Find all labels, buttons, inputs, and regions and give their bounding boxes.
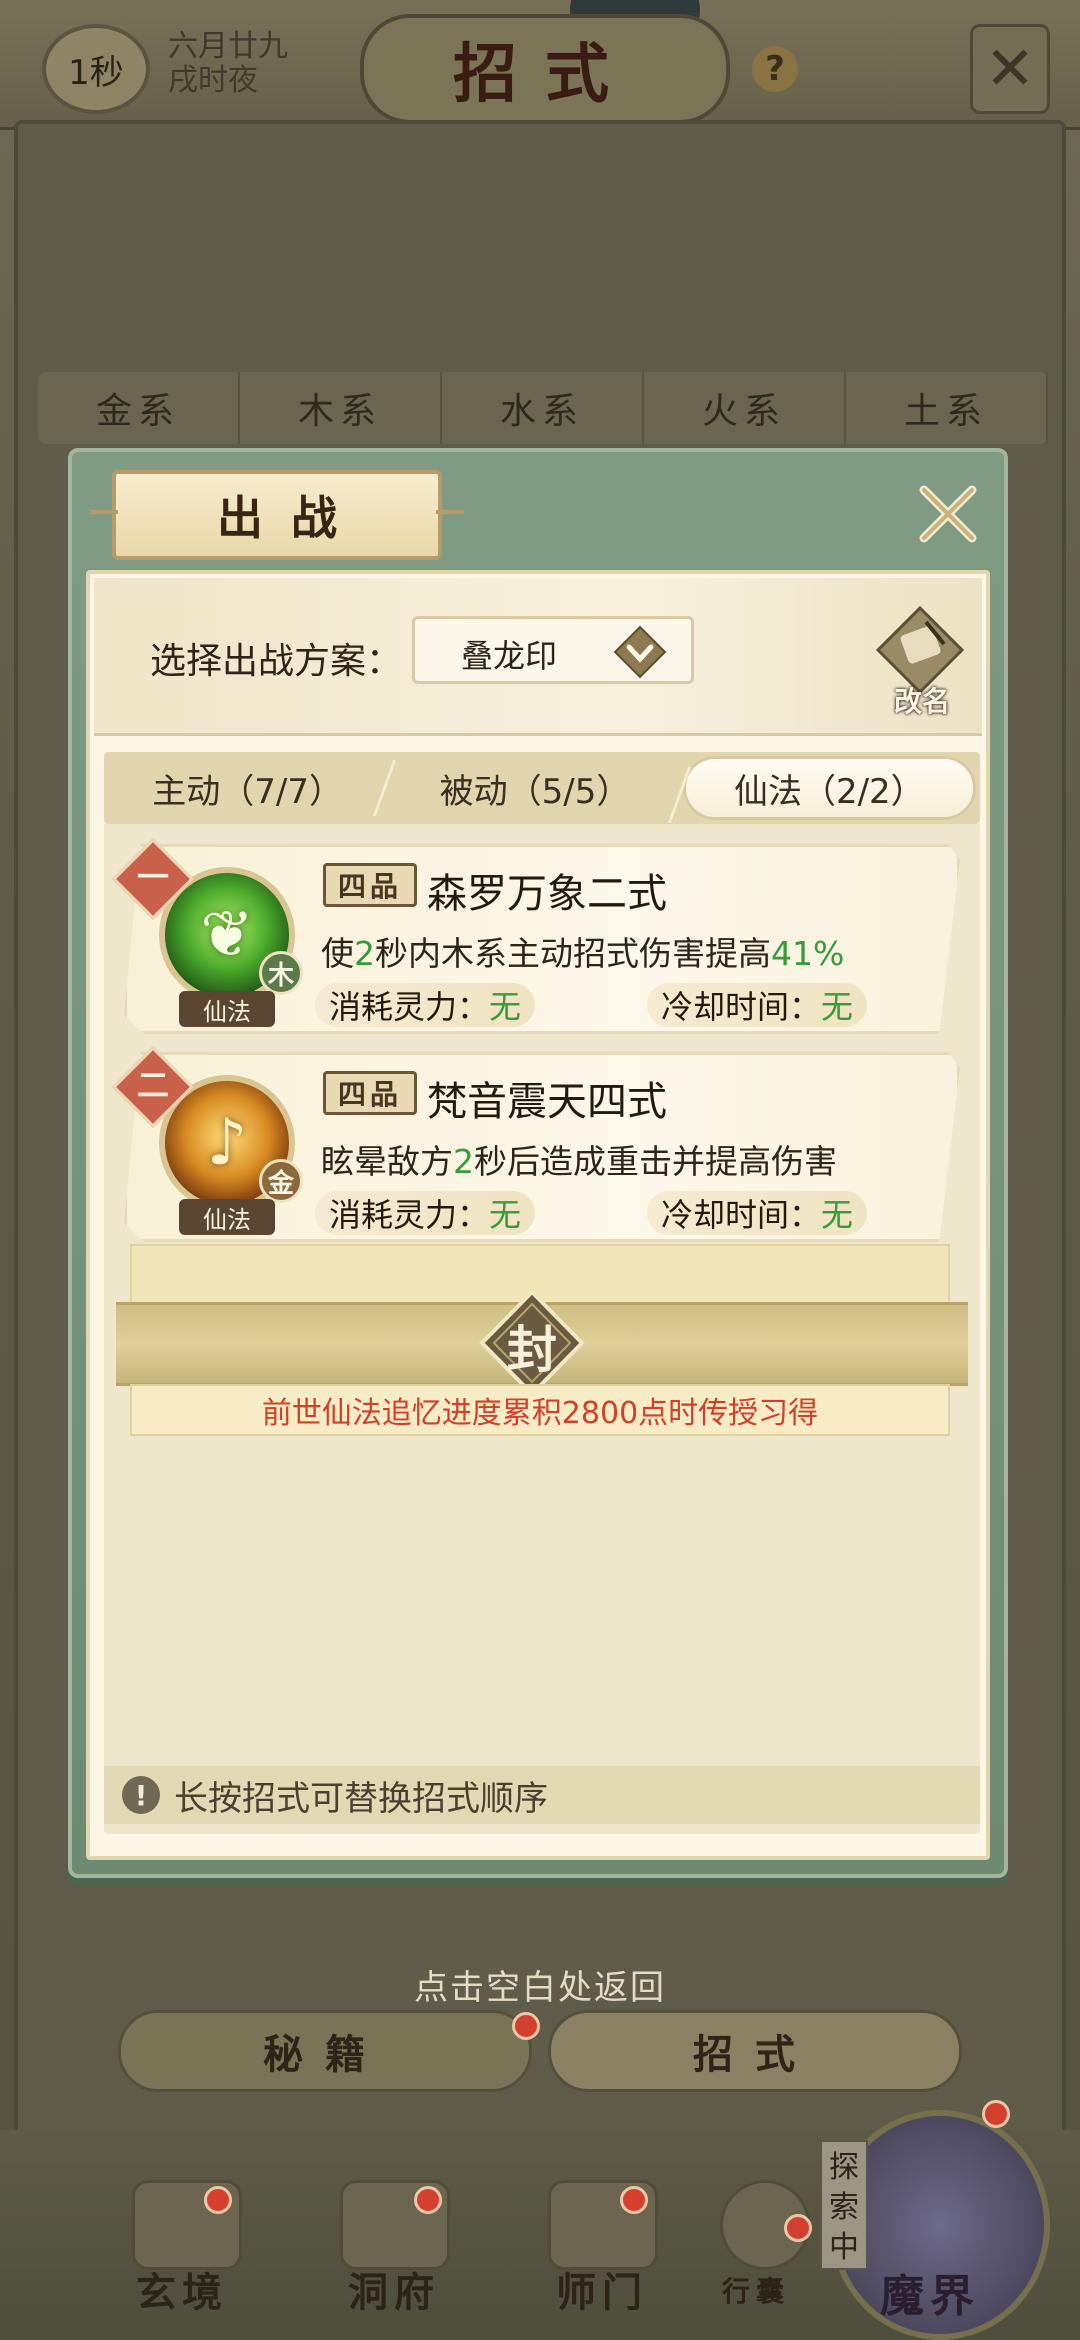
close-icon [919, 485, 977, 543]
sealed-text: 前世仙法追忆进度累积2800点时传授习得 [261, 1396, 819, 1431]
tab-fire[interactable]: 火系 [644, 372, 846, 444]
type-tag: 仙法 [179, 1199, 275, 1235]
notification-dot [784, 2214, 812, 2242]
plan-dropdown[interactable]: 叠龙印 [412, 616, 694, 684]
tab-secret-books[interactable]: 秘籍 [118, 2010, 532, 2092]
skill-name: 森罗万象二式 [427, 871, 667, 917]
desc-text: 使 [321, 934, 354, 973]
cooldown-label: 冷却时间： [661, 988, 822, 1026]
game-date: 六月廿九 戌时夜 [168, 30, 288, 98]
sub-tabs: 秘籍 招式 [110, 2010, 970, 2092]
battle-dialog: 出战 选择出战方案： 叠龙印 改名 主动（7/7） 被动（5/5） 仙法（2/2… [68, 448, 1008, 1878]
skill-category-tabs: 主动（7/7） 被动（5/5） 仙法（2/2） [104, 752, 980, 824]
close-icon[interactable]: ✕ [970, 24, 1050, 114]
time-line: 戌时夜 [168, 63, 258, 98]
cooldown-value: 无 [821, 1196, 854, 1234]
cooldown-value: 无 [821, 988, 854, 1026]
element-badge: 木 [259, 951, 303, 995]
cooldown-stat: 冷却时间：无 [647, 983, 868, 1027]
cooldown-label: 冷却时间： [661, 1196, 822, 1234]
tab-earth[interactable]: 土系 [846, 372, 1048, 444]
help-icon[interactable]: ? [752, 46, 798, 92]
grade-tag: 四品 [323, 863, 417, 907]
type-tag: 仙法 [179, 991, 275, 1027]
desc-number: 41% [771, 934, 845, 973]
cost-label: 消耗灵力： [329, 1196, 490, 1234]
tip-text: 长按招式可替换招式顺序 [174, 1778, 548, 1819]
skill-card-1[interactable]: ❦ 木 仙法 四品 森罗万象二式 使2秒内木系主动招式伤害提高41% 消耗灵力：… [124, 844, 960, 1034]
grade-tag: 四品 [323, 1071, 417, 1115]
rank-number: 一 [136, 858, 169, 896]
tab-active-skills[interactable]: 主动（7/7） [104, 752, 391, 824]
dialog-title: 出战 [217, 491, 365, 545]
rank-number: 二 [136, 1066, 169, 1104]
plan-value: 叠龙印 [461, 637, 558, 675]
desc-number: 2 [354, 934, 375, 973]
plan-label: 选择出战方案： [150, 641, 403, 682]
close-button[interactable] [910, 476, 986, 552]
notification-dot [982, 2100, 1010, 2128]
tab-water[interactable]: 水系 [442, 372, 644, 444]
cost-label: 消耗灵力： [329, 988, 490, 1026]
desc-text: 眩晕敌方 [321, 1142, 453, 1181]
explore-label[interactable]: 魔界 [880, 2260, 980, 2324]
element-badge: 金 [259, 1159, 303, 1203]
cost-stat: 消耗灵力：无 [315, 1191, 536, 1235]
tab-wood[interactable]: 木系 [240, 372, 442, 444]
desc-text: 秒后造成重击并提高伤害 [474, 1142, 837, 1181]
notification-dot [204, 2186, 232, 2214]
sealed-condition: 前世仙法追忆进度累积2800点时传授习得 [130, 1384, 950, 1436]
tab-skills[interactable]: 招式 [548, 2010, 962, 2092]
plan-row: 选择出战方案： 叠龙印 改名 [94, 578, 982, 736]
chevron-down-icon [613, 625, 667, 679]
dismiss-hint[interactable]: 点击空白处返回 [0, 1960, 1080, 2009]
desc-number: 2 [453, 1142, 474, 1181]
skill-description: 眩晕敌方2秒后造成重击并提高伤害 [321, 1135, 837, 1183]
element-tabs: 金系 木系 水系 火系 土系 [38, 372, 1048, 444]
cost-stat: 消耗灵力：无 [315, 983, 536, 1027]
tab-passive-skills[interactable]: 被动（5/5） [391, 752, 678, 824]
notification-dot [620, 2186, 648, 2214]
dialog-body: 选择出战方案： 叠龙印 改名 主动（7/7） 被动（5/5） 仙法（2/2） ❦… [86, 570, 990, 1860]
skill-card-2[interactable]: ♪ 金 仙法 四品 梵音震天四式 眩晕敌方2秒后造成重击并提高伤害 消耗灵力：无… [124, 1052, 960, 1242]
cost-value: 无 [489, 1196, 522, 1234]
desc-text: 秒内木系主动招式伤害提高 [375, 934, 771, 973]
explore-status: 探索中 [820, 2140, 868, 2270]
tab-immortal-arts[interactable]: 仙法（2/2） [682, 756, 976, 820]
date-line: 六月廿九 [168, 29, 288, 64]
skill-list: ❦ 木 仙法 四品 森罗万象二式 使2秒内木系主动招式伤害提高41% 消耗灵力：… [104, 824, 980, 1834]
rename-label[interactable]: 改名 [884, 680, 960, 720]
nav-xingnang[interactable]: 行囊 [722, 2270, 790, 2310]
cooldown-stat: 冷却时间：无 [647, 1191, 868, 1235]
tip-row: ! 长按招式可替换招式顺序 [104, 1766, 980, 1824]
seal-char: 封 [507, 1320, 557, 1379]
skill-name: 梵音震天四式 [427, 1079, 667, 1125]
notification-dot [512, 2012, 540, 2040]
nav-dongfu[interactable]: 洞府 [348, 2260, 440, 2318]
nav-xuanjing[interactable]: 玄境 [136, 2260, 228, 2318]
nav-shimen[interactable]: 师门 [556, 2260, 648, 2318]
skill-description: 使2秒内木系主动招式伤害提高41% [321, 927, 844, 975]
tab-metal[interactable]: 金系 [38, 372, 240, 444]
info-icon: ! [122, 1776, 160, 1814]
timer-badge: 1秒 [42, 24, 150, 114]
notification-dot [414, 2186, 442, 2214]
sealed-slot[interactable]: 封 前世仙法追忆进度累积2800点时传授习得 [116, 1244, 968, 1436]
dialog-title-plate: 出战 [90, 470, 464, 560]
page-title: 招式 [360, 14, 730, 124]
cost-value: 无 [489, 988, 522, 1026]
